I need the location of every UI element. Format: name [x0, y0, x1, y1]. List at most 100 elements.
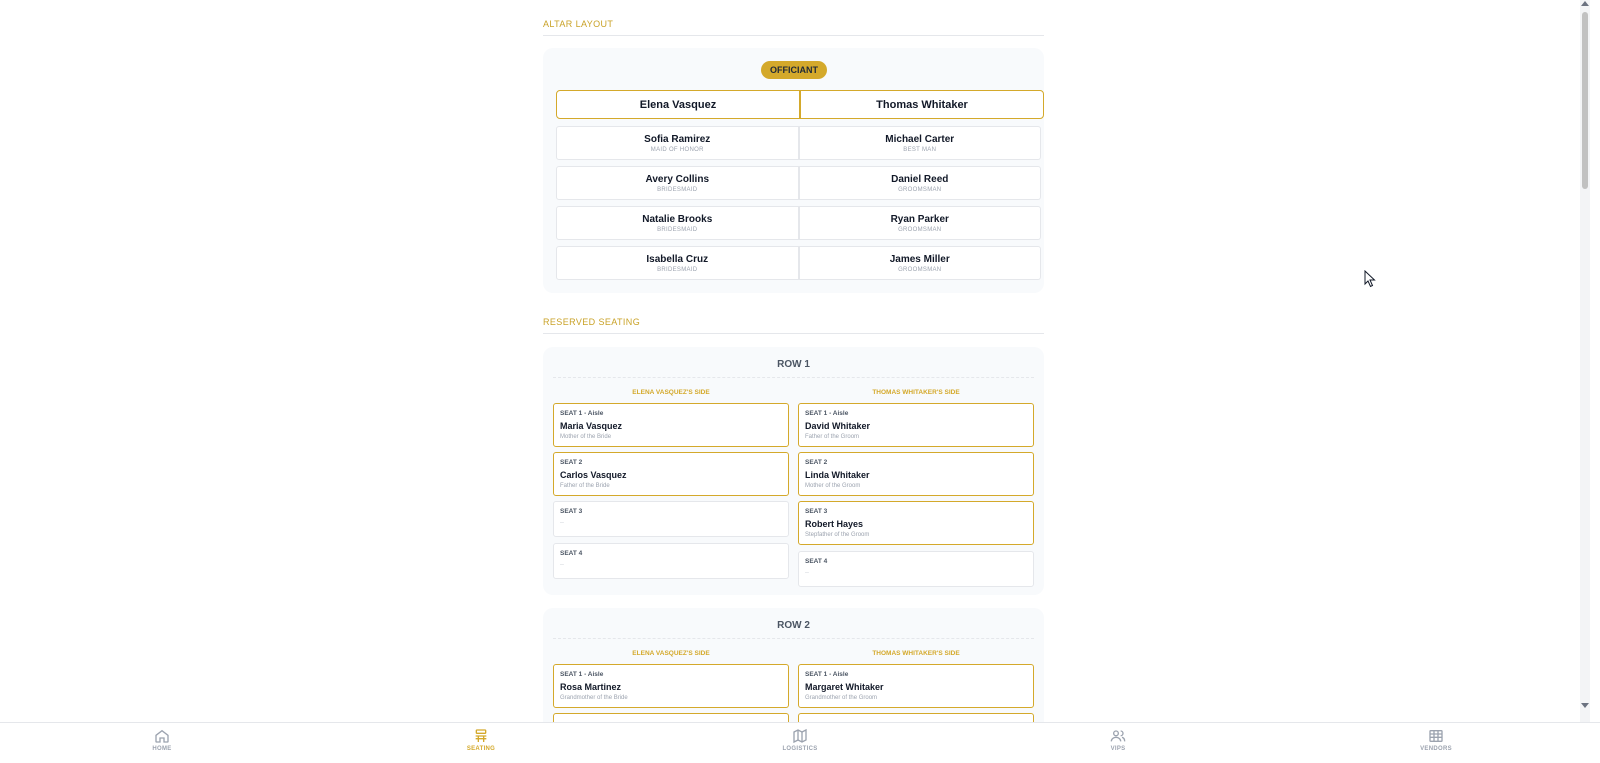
scroll-down-arrow-icon[interactable]: [1581, 703, 1589, 708]
row-panel-1: ROW 1 ELENA VASQUEZ'S SIDE THOMAS WHITAK…: [543, 347, 1044, 595]
seat-card-empty[interactable]: SEAT 4 –: [553, 543, 789, 579]
main-scroll-area[interactable]: ALTAR LAYOUT OFFICIANT Elena Vasquez Tho…: [0, 0, 1590, 722]
party-card-left[interactable]: Avery Collins BRIDESMAID: [556, 166, 799, 200]
nav-item-seating[interactable]: SEATING: [451, 728, 511, 752]
party-name: James Miller: [889, 253, 950, 265]
seat-label: SEAT 1 - Aisle: [805, 410, 849, 417]
home-icon: [155, 729, 169, 743]
map-icon: [793, 728, 807, 744]
altar-panel: OFFICIANT Elena Vasquez Thomas Whitaker …: [543, 48, 1044, 293]
seating-icon: [475, 729, 487, 742]
seat-label: SEAT 3: [560, 508, 583, 515]
nav-label: SEATING: [466, 746, 496, 752]
party-card-right[interactable]: James Miller GROOMSMAN: [798, 246, 1041, 280]
party-name: Isabella Cruz: [646, 253, 709, 265]
seat-guest-relation: Grandmother of the Groom: [805, 695, 878, 701]
seat-guest-name: Linda Whitaker: [805, 470, 870, 480]
nav-item-vips[interactable]: VIPS: [1088, 728, 1148, 752]
party-name: Michael Carter: [885, 133, 955, 145]
seat-empty-placeholder: –: [560, 561, 564, 568]
party-card-left[interactable]: Isabella Cruz BRIDESMAID: [556, 246, 799, 280]
party-role: GROOMSMAN: [898, 266, 942, 273]
party-row: Natalie Brooks BRIDESMAID Ryan Parker GR…: [556, 206, 1041, 240]
seat-card[interactable]: SEAT 1 - Aisle David Whitaker Father of …: [798, 403, 1034, 447]
seat-label: SEAT 1 - Aisle: [560, 671, 604, 678]
groom-side-title: THOMAS WHITAKER'S SIDE: [872, 389, 960, 396]
scrollbar-thumb[interactable]: [1582, 12, 1588, 189]
seat-card[interactable]: [798, 713, 1034, 722]
nav-item-home[interactable]: HOME: [132, 728, 192, 752]
seat-guest-relation: Grandmother of the Bride: [560, 695, 628, 701]
party-card-left[interactable]: Natalie Brooks BRIDESMAID: [556, 206, 799, 240]
seat-card-empty[interactable]: SEAT 4 –: [798, 551, 1034, 587]
seat-card[interactable]: SEAT 2 Carlos Vasquez Father of the Brid…: [553, 452, 789, 496]
vertical-scrollbar[interactable]: [1580, 0, 1590, 722]
mouse-cursor-icon: [1364, 270, 1376, 288]
party-name: Ryan Parker: [890, 213, 949, 225]
scroll-up-arrow-icon[interactable]: [1581, 1, 1589, 6]
seat-guest-relation: Father of the Groom: [805, 434, 860, 440]
party-row: Sofia Ramirez MAID OF HONOR Michael Cart…: [556, 126, 1041, 160]
groom-card[interactable]: Thomas Whitaker: [800, 90, 1044, 119]
nav-label: VENDORS: [1420, 746, 1452, 752]
party-card-right[interactable]: Michael Carter BEST MAN: [798, 126, 1041, 160]
party-role: MAID OF HONOR: [650, 146, 704, 153]
seat-guest-name: Carlos Vasquez: [560, 470, 627, 480]
party-role: BEST MAN: [903, 146, 937, 153]
seat-guest-relation: Stepfather of the Groom: [805, 532, 870, 538]
nav-item-logistics[interactable]: LOGISTICS: [770, 728, 830, 752]
nav-label: VIPS: [1110, 746, 1126, 752]
seat-empty-placeholder: –: [805, 569, 809, 576]
bride-side-title: ELENA VASQUEZ'S SIDE: [632, 389, 710, 396]
seat-card[interactable]: SEAT 1 - Aisle Margaret Whitaker Grandmo…: [798, 664, 1034, 708]
bride-side-title: ELENA VASQUEZ'S SIDE: [632, 650, 710, 657]
party-card-left[interactable]: Sofia Ramirez MAID OF HONOR: [556, 126, 799, 160]
reserved-section-title: RESERVED SEATING: [543, 317, 1044, 334]
seat-guest-relation: Father of the Bride: [560, 483, 610, 489]
store-icon: [1429, 730, 1443, 742]
seat-label: SEAT 1 - Aisle: [805, 671, 849, 678]
seat-card[interactable]: SEAT 1 - Aisle Maria Vasquez Mother of t…: [553, 403, 789, 447]
seat-guest-relation: Mother of the Bride: [560, 434, 612, 440]
party-name: Daniel Reed: [891, 173, 949, 185]
officiant-badge: OFFICIANT: [761, 61, 827, 79]
seat-empty-placeholder: –: [560, 519, 564, 526]
bride-card[interactable]: Elena Vasquez: [556, 90, 800, 119]
seat-card[interactable]: SEAT 2 Linda Whitaker Mother of the Groo…: [798, 452, 1034, 496]
nav-item-vendors[interactable]: VENDORS: [1406, 728, 1466, 752]
couple-row: Elena Vasquez Thomas Whitaker: [556, 90, 1044, 119]
party-card-right[interactable]: Daniel Reed GROOMSMAN: [798, 166, 1041, 200]
seat-card[interactable]: SEAT 1 - Aisle Rosa Martinez Grandmother…: [553, 664, 789, 708]
party-role: BRIDESMAID: [657, 226, 698, 233]
altar-section-title: ALTAR LAYOUT: [543, 19, 1044, 36]
users-icon: [1110, 730, 1126, 742]
party-name: Avery Collins: [645, 173, 710, 185]
seat-card[interactable]: [553, 713, 789, 722]
party-role: GROOMSMAN: [898, 226, 942, 233]
party-name: Natalie Brooks: [642, 213, 713, 225]
seat-label: SEAT 4: [560, 550, 583, 557]
seat-guest-name: Margaret Whitaker: [805, 682, 884, 692]
seat-label: SEAT 1 - Aisle: [560, 410, 604, 417]
party-role: GROOMSMAN: [898, 186, 942, 193]
row-title: ROW 1: [553, 359, 1034, 378]
seat-guest-name: Maria Vasquez: [560, 421, 623, 431]
row-title: ROW 2: [553, 620, 1034, 639]
seat-guest-name: Robert Hayes: [805, 519, 864, 529]
seat-guest-name: Rosa Martinez: [560, 682, 622, 692]
party-card-right[interactable]: Ryan Parker GROOMSMAN: [798, 206, 1041, 240]
seat-card-empty[interactable]: SEAT 3 –: [553, 501, 789, 537]
seat-label: SEAT 2: [560, 459, 583, 466]
seat-card[interactable]: SEAT 3 Robert Hayes Stepfather of the Gr…: [798, 501, 1034, 545]
nav-label: LOGISTICS: [782, 746, 818, 752]
groom-side-title: THOMAS WHITAKER'S SIDE: [872, 650, 960, 657]
party-role: BRIDESMAID: [657, 186, 698, 193]
party-role: BRIDESMAID: [657, 266, 698, 273]
nav-label: HOME: [152, 746, 172, 752]
party-row: Avery Collins BRIDESMAID Daniel Reed GRO…: [556, 166, 1041, 200]
seat-guest-name: David Whitaker: [805, 421, 871, 431]
party-name: Sofia Ramirez: [644, 133, 711, 145]
seat-guest-relation: Mother of the Groom: [805, 483, 861, 489]
bottom-navigation: HOME SEATING LOGISTICS VIPS VENDORS: [0, 722, 1600, 763]
seat-label: SEAT 2: [805, 459, 828, 466]
